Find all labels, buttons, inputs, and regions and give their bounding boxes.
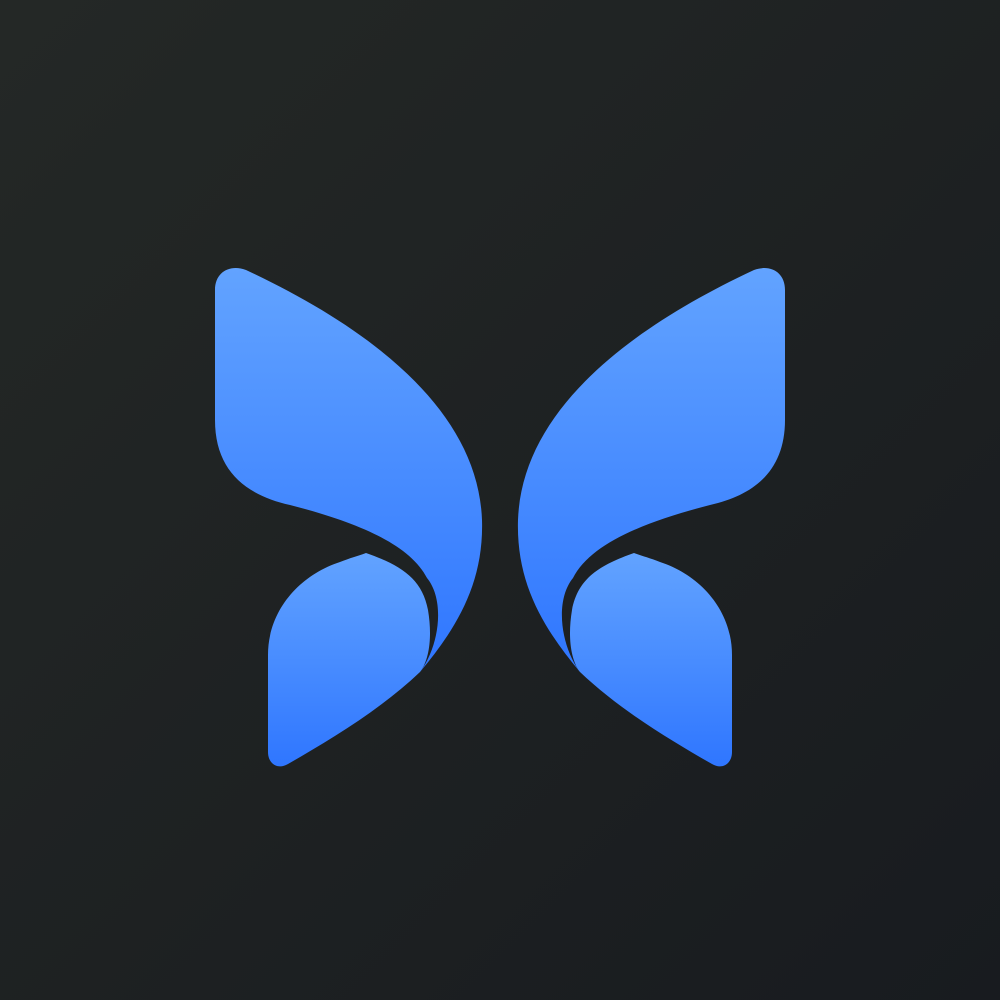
background xyxy=(0,0,1000,1000)
butterfly-logo xyxy=(0,0,1000,1000)
app-icon-canvas xyxy=(0,0,1000,1000)
